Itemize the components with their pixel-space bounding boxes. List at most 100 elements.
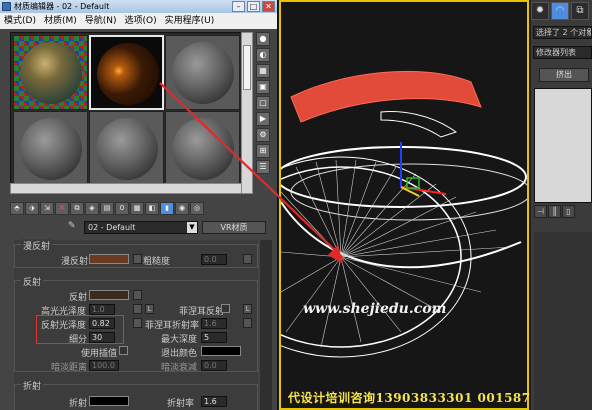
sample-slot-2-selected[interactable] — [89, 35, 164, 110]
command-panel: ✹ ◠ ⧉ 选择了 2 个对象 修改器列表 挤出 ⊣ ║ ▯ — [531, 0, 592, 410]
menu-mode[interactable]: 模式(D) — [0, 13, 40, 29]
sample-slot-1[interactable] — [13, 35, 88, 110]
material-toolbar: ⬘ ⬗ ⇲ ✕ ⧉ ◈ ▤ 0 ▩ ◧ ▮ ◉ ◎ — [10, 202, 272, 216]
radial-wires — [281, 159, 512, 348]
get-material-icon[interactable]: ⬘ — [10, 202, 24, 215]
hierarchy-tab-icon[interactable]: ⧉ — [571, 2, 589, 20]
pin-stack-icon[interactable]: ⊣ — [534, 205, 547, 218]
put-to-library-icon[interactable]: ▤ — [100, 202, 114, 215]
background-icon[interactable]: ▦ — [256, 64, 270, 78]
material-sphere — [96, 118, 158, 180]
slots-vertical-scrollbar[interactable] — [241, 32, 253, 194]
sole-rim-outer — [281, 156, 472, 358]
material-id-icon[interactable]: 0 — [115, 202, 129, 215]
minimize-button[interactable]: – — [232, 1, 245, 12]
viewport-wireframe — [281, 70, 527, 358]
chevron-down-icon[interactable]: ▼ — [187, 222, 197, 233]
roughness-spinner[interactable]: 0.0 — [201, 254, 227, 265]
make-preview-icon[interactable]: ▶ — [256, 112, 270, 126]
select-by-material-icon[interactable]: ⊞ — [256, 144, 270, 158]
refract-color-swatch[interactable] — [89, 396, 129, 406]
video-check-icon[interactable]: ▢ — [256, 96, 270, 110]
hilight-gloss-map-button[interactable] — [133, 304, 142, 314]
dim-falloff-spinner[interactable]: 0.0 — [201, 360, 227, 371]
sample-type-icon[interactable]: ● — [256, 32, 270, 46]
modifier-list-dropdown[interactable]: 修改器列表 — [533, 46, 592, 59]
sole-rim — [281, 166, 462, 348]
reflection-group-title: 反射 — [21, 275, 44, 288]
material-type-button[interactable]: VR材质 — [202, 221, 266, 234]
menu-utilities[interactable]: 实用程序(U) — [161, 13, 219, 29]
rollout-scrollbar[interactable] — [260, 240, 272, 410]
close-button[interactable]: ✕ — [262, 1, 275, 12]
reflect-color-swatch[interactable] — [89, 290, 129, 300]
hilight-lock-button[interactable]: L — [145, 304, 154, 314]
diffuse-group-title: 漫反射 — [21, 239, 53, 252]
reflect-map-button[interactable] — [133, 290, 142, 300]
create-tab-icon[interactable]: ✹ — [531, 2, 549, 20]
show-end-result-icon[interactable]: ║ — [548, 205, 561, 218]
menu-options[interactable]: 选项(O) — [121, 13, 161, 29]
make-unique-icon[interactable]: ◈ — [85, 202, 99, 215]
backlight-icon[interactable]: ◐ — [256, 48, 270, 62]
max-depth-spinner[interactable]: 5 — [201, 332, 227, 343]
copy-material-icon[interactable]: ⧉ — [70, 202, 84, 215]
assign-material-icon[interactable]: ⇲ — [40, 202, 54, 215]
modify-tab-icon[interactable]: ◠ — [551, 2, 569, 20]
pick-from-object-icon[interactable]: ◎ — [190, 202, 204, 215]
material-sphere — [20, 42, 82, 104]
dim-distance-spinner[interactable]: 100.0 — [89, 360, 119, 371]
scroll-thumb[interactable] — [243, 45, 251, 90]
go-forward-sibling-icon[interactable]: ◉ — [175, 202, 189, 215]
fresnel-lock-button[interactable]: L — [243, 304, 252, 314]
extrude-button[interactable]: 挤出 — [539, 68, 589, 82]
dim-distance-label: 暗淡距离 — [51, 363, 88, 373]
make-unique-icon[interactable]: ▯ — [562, 205, 575, 218]
fresnel-checkbox[interactable] — [221, 304, 230, 313]
menu-material[interactable]: 材质(M) — [40, 13, 81, 29]
eyedropper-icon[interactable]: ✎ — [68, 221, 80, 233]
sample-slot-3[interactable] — [165, 35, 240, 110]
reset-map-icon[interactable]: ✕ — [55, 202, 69, 215]
fresnel-ior-map-button[interactable] — [243, 318, 252, 328]
sample-slot-5[interactable] — [89, 111, 164, 186]
ior-spinner[interactable]: 1.6 — [201, 396, 227, 407]
refl-gloss-map-button[interactable] — [133, 318, 142, 328]
hilight-gloss-spinner[interactable]: 1.0 — [89, 304, 115, 315]
material-sphere — [20, 118, 82, 180]
material-sphere — [172, 118, 234, 180]
put-to-scene-icon[interactable]: ⬗ — [25, 202, 39, 215]
diffuse-color-swatch[interactable] — [89, 254, 129, 264]
show-shaded-icon[interactable]: ▩ — [130, 202, 144, 215]
sample-slot-6[interactable] — [165, 111, 240, 186]
material-navigator-icon[interactable]: ☰ — [256, 160, 270, 174]
diffuse-group: 漫反射 漫反射 粗糙度 0.0 — [14, 239, 258, 268]
watermark-text: www.shejiedu.com — [303, 301, 447, 317]
roughness-map-button[interactable] — [243, 254, 252, 264]
show-end-result-icon[interactable]: ◧ — [145, 202, 159, 215]
title-bar[interactable]: 材质编辑器 - 02 - Default – □ ✕ — [0, 0, 277, 13]
fresnel-ior-label: 菲涅耳折射率 — [145, 321, 200, 331]
sample-slot-4[interactable] — [13, 111, 88, 186]
slots-horizontal-scrollbar[interactable] — [10, 183, 242, 194]
options-icon[interactable]: ⚙ — [256, 128, 270, 142]
fresnel-ior-spinner[interactable]: 1.6 — [201, 318, 227, 329]
reflect-label: 反射 — [69, 293, 88, 303]
exit-color-swatch[interactable] — [201, 346, 241, 356]
command-panel-tabs: ✹ ◠ ⧉ — [531, 2, 592, 20]
use-interp-label: 使用插值 — [81, 349, 118, 359]
go-to-parent-icon[interactable]: ▮ — [160, 202, 174, 215]
material-name-field[interactable]: 02 - Default ▼ — [84, 221, 198, 234]
modifier-stack[interactable] — [534, 88, 592, 203]
use-interp-checkbox[interactable] — [119, 346, 128, 355]
material-name-text: 02 - Default — [88, 223, 136, 232]
uv-tiling-icon[interactable]: ▣ — [256, 80, 270, 94]
menu-navigation[interactable]: 导航(N) — [81, 13, 121, 29]
material-editor-window: 材质编辑器 - 02 - Default – □ ✕ 模式(D) 材质(M) 导航(… — [0, 0, 278, 410]
sole-bottom-edge — [281, 201, 522, 269]
diffuse-map-button[interactable] — [133, 254, 142, 264]
selection-name-field[interactable]: 选择了 2 个对象 — [533, 26, 592, 39]
refraction-group-title: 折射 — [21, 379, 44, 392]
maximize-button[interactable]: □ — [247, 1, 260, 12]
perspective-viewport[interactable] — [279, 0, 529, 410]
